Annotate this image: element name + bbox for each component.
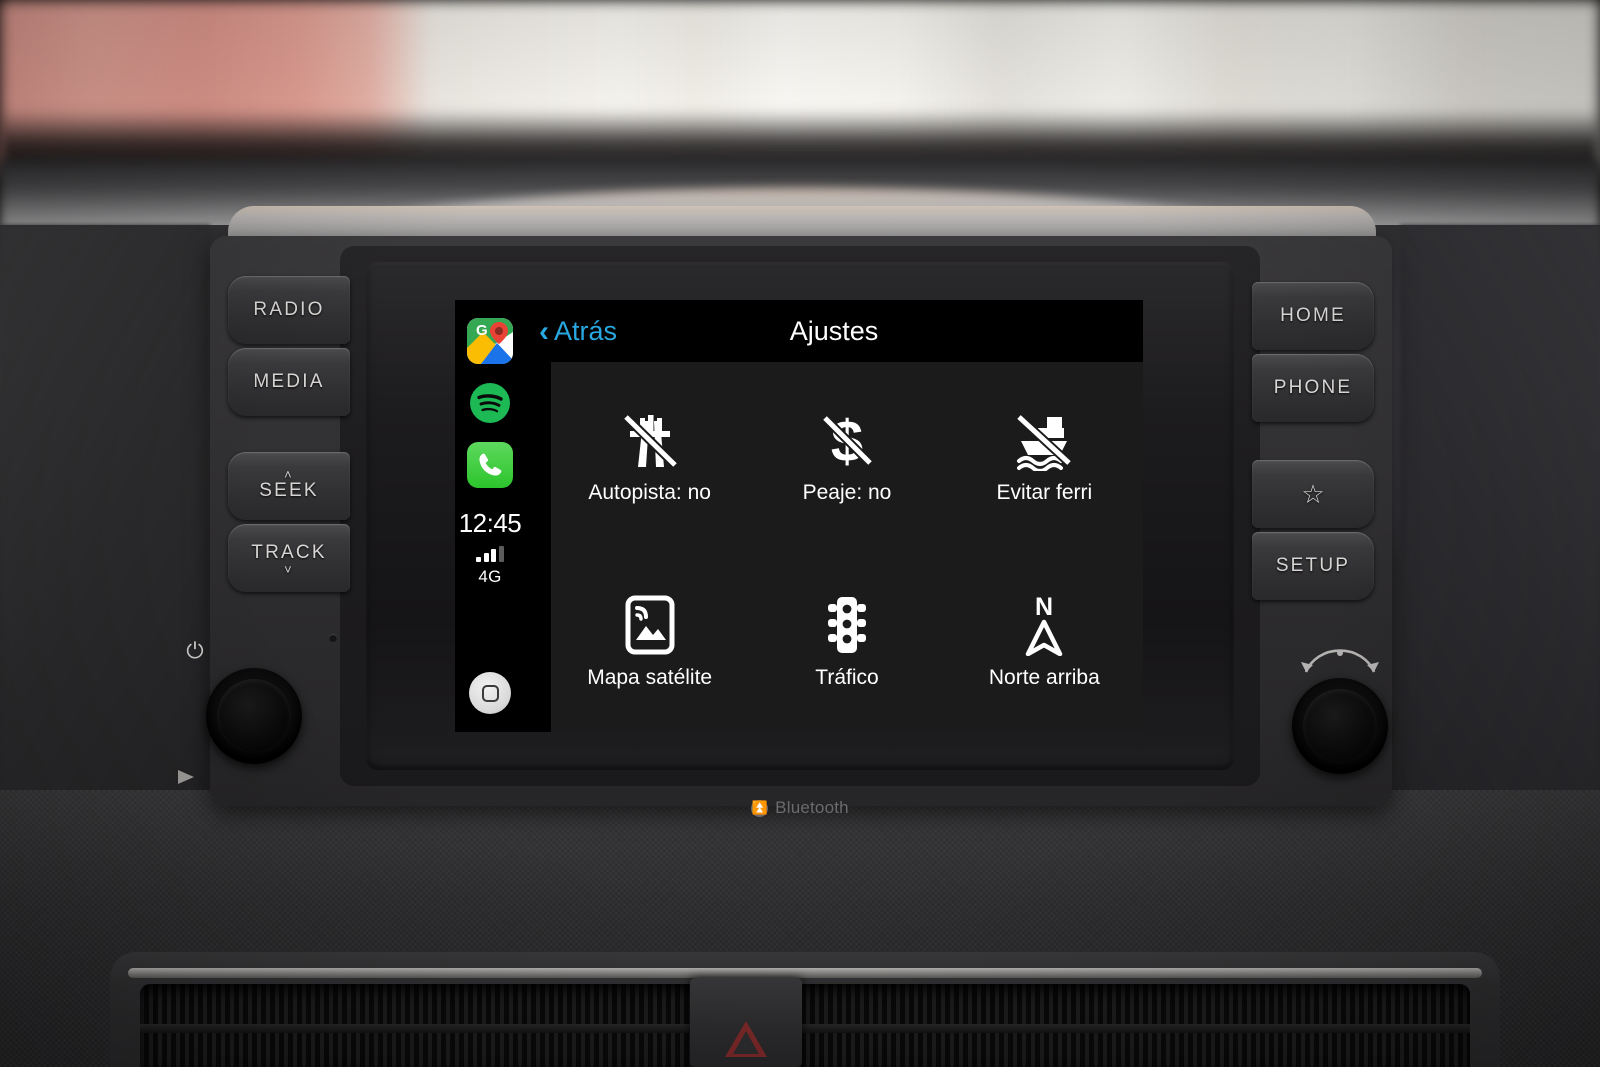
svg-text:G: G [476, 322, 488, 339]
vent-chrome-trim [128, 968, 1482, 978]
tune-scan-knob[interactable] [1292, 678, 1388, 774]
setting-label: Peaje: no [802, 480, 892, 504]
setting-avoid-ferry[interactable]: Evitar ferri [946, 362, 1143, 547]
dashboard-scene: RADIO MEDIA ˄ SEEK TRACK ˅ HOME PHONE ☆ … [0, 0, 1600, 1067]
setting-label: Evitar ferri [996, 480, 1093, 504]
right-trim [1400, 225, 1600, 845]
spotify-app-icon[interactable] [467, 380, 513, 426]
seek-button-label: SEEK [259, 480, 319, 501]
media-button-label: MEDIA [253, 371, 325, 392]
settings-grid: Autopista: no $ Peaje: no [551, 362, 1143, 732]
setup-button[interactable]: SETUP [1252, 532, 1374, 600]
left-trim [0, 225, 210, 845]
setting-avoid-highway[interactable]: Autopista: no [551, 362, 748, 547]
carplay-header: ‹ Atrás Ajustes [525, 300, 1143, 362]
vent-horizontal-slat [140, 1024, 1470, 1033]
radio-button-label: RADIO [253, 299, 325, 320]
setting-satellite-map[interactable]: Mapa satélite [551, 547, 748, 732]
no-toll-icon: $ [817, 405, 877, 471]
google-maps-app-icon[interactable]: G [467, 318, 513, 364]
radio-button[interactable]: RADIO [228, 276, 350, 344]
setting-north-up[interactable]: N Norte arriba [946, 547, 1143, 732]
network-type-label: 4G [478, 567, 502, 586]
bluetooth-icon: ⏫ [751, 799, 769, 817]
carplay-main: ‹ Atrás Ajustes Autopista: no Peaje: no … [525, 300, 1143, 732]
power-volume-knob[interactable] [206, 668, 302, 764]
setup-button-label: SETUP [1275, 555, 1351, 576]
home-indicator-button[interactable] [469, 672, 511, 714]
tune-arc-icon [1301, 649, 1379, 673]
star-icon: ☆ [1301, 478, 1325, 509]
phone-hardkey-label: PHONE [1273, 377, 1353, 398]
knob-position-marker [178, 770, 194, 784]
back-button[interactable]: ‹ Atrás [539, 316, 617, 347]
no-highway-icon [618, 405, 682, 471]
favorites-star-button[interactable]: ☆ [1252, 460, 1374, 528]
setting-traffic[interactable]: Tráfico [748, 547, 945, 732]
home-hardkey-button[interactable]: HOME [1252, 282, 1374, 350]
carplay-sidebar: G 12:45 4G [455, 300, 525, 732]
chevron-left-icon: ‹ [539, 314, 549, 348]
hazard-triangle-icon [725, 1021, 767, 1057]
setting-label: Norte arriba [988, 665, 1100, 689]
home-hardkey-label: HOME [1280, 305, 1346, 326]
svg-text:N: N [1035, 593, 1053, 621]
home-square-icon [481, 684, 499, 702]
seek-button[interactable]: ˄ SEEK [228, 452, 350, 520]
hazard-lights-button[interactable] [690, 978, 802, 1067]
chevron-down-icon: ˅ [284, 562, 294, 577]
sidebar-status: 12:45 4G [459, 510, 522, 587]
satellite-map-icon [622, 590, 678, 656]
microphone-hole [329, 634, 337, 642]
clock: 12:45 [458, 508, 522, 538]
north-up-icon: N [1018, 590, 1070, 656]
setting-avoid-toll[interactable]: $ Peaje: no [748, 362, 945, 547]
setting-label: Mapa satélite [587, 665, 713, 689]
track-button-label: TRACK [251, 542, 327, 563]
page-title: Ajustes [789, 315, 879, 346]
bluetooth-label: Bluetooth [775, 798, 849, 817]
phone-app-icon[interactable] [467, 442, 513, 488]
traffic-light-icon [820, 590, 874, 656]
no-ferry-icon [1011, 405, 1077, 471]
track-button[interactable]: TRACK ˅ [228, 524, 350, 592]
signal-strength-icon [459, 546, 522, 562]
setting-label: Tráfico [815, 665, 879, 689]
chevron-up-icon: ˄ [284, 467, 294, 482]
phone-hardkey-button[interactable]: PHONE [1252, 354, 1374, 422]
setting-label: Autopista: no [588, 480, 711, 504]
power-icon: ⏻ [186, 638, 204, 663]
bluetooth-badge: ⏫ Bluetooth [700, 795, 900, 821]
back-button-label: Atrás [554, 315, 618, 346]
carplay-screen[interactable]: G 12:45 4G ‹ Atrás Ajustes Autopista: no… [455, 300, 1143, 732]
media-button[interactable]: MEDIA [228, 348, 350, 416]
